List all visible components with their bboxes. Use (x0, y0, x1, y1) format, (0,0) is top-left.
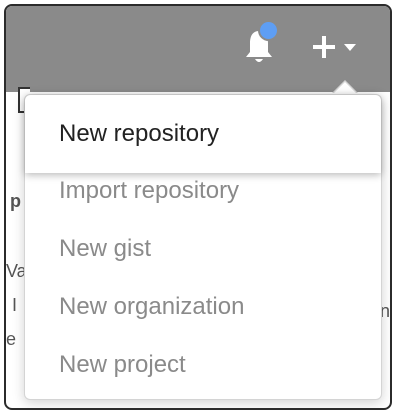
plus-icon[interactable] (311, 34, 337, 60)
caret-down-icon[interactable] (344, 44, 356, 51)
menu-item-new-gist[interactable]: New gist (25, 235, 381, 263)
dropdown-arrow (333, 82, 357, 94)
menu-item-import-repository[interactable]: Import repository (25, 177, 381, 205)
menu-item-new-repository[interactable]: New repository (25, 95, 381, 173)
background-text: I (12, 295, 18, 315)
menu-item-new-organization[interactable]: New organization (25, 293, 381, 321)
background-text: p (10, 191, 21, 211)
screenshot-frame: p Va I e ne New repository Import reposi… (4, 4, 392, 410)
create-new-dropdown: New repository Import repository New gis… (24, 94, 382, 400)
background-text: e (6, 329, 17, 349)
menu-item-new-project[interactable]: New project (25, 351, 381, 379)
notification-dot (260, 22, 277, 39)
